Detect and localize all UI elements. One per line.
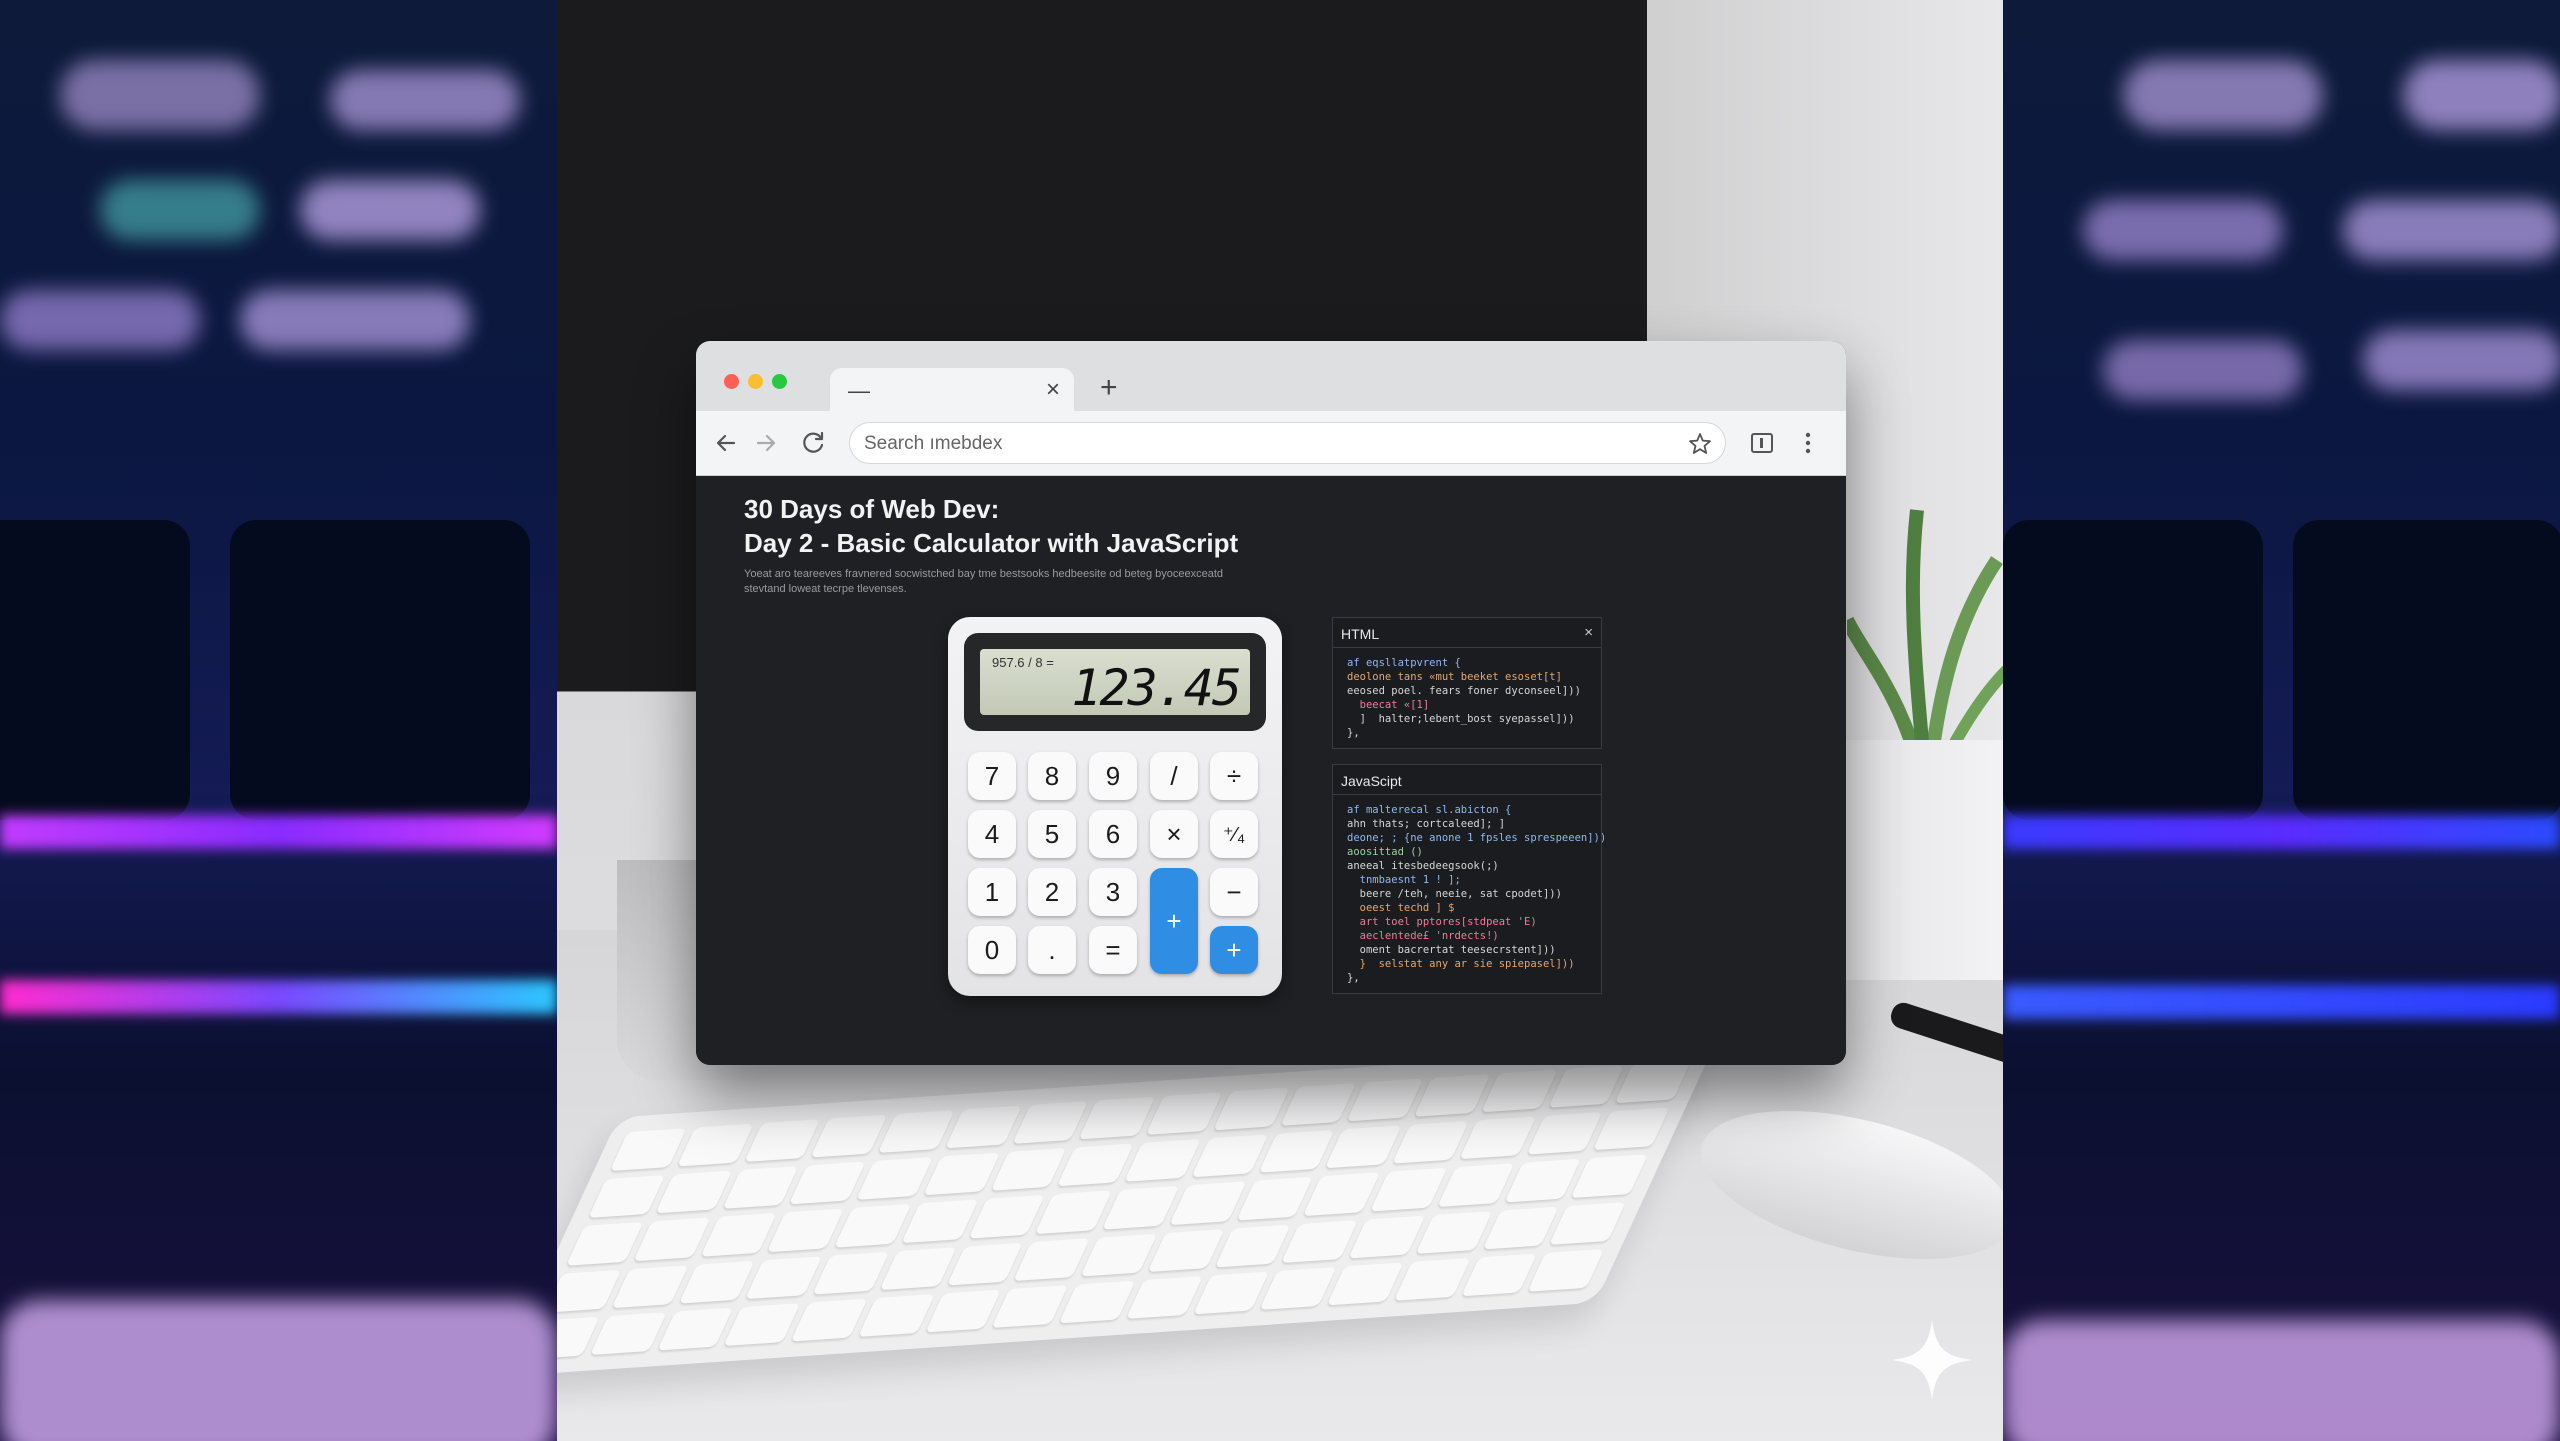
key-2[interactable]: 2: [1028, 868, 1076, 916]
sidebar-icon[interactable]: [1748, 429, 1776, 457]
code-line: deolone tans «mut beeket esoset[t]: [1347, 671, 1562, 683]
key-0[interactable]: 0: [968, 926, 1016, 974]
code-line: ahn thats; cortcaleed]; ]: [1347, 818, 1506, 830]
key-9[interactable]: 9: [1089, 752, 1137, 800]
js-code-panel: JavaScipt af malterecal sl.abicton { ahn …: [1332, 764, 1607, 994]
code-line: oeest techd ] $: [1347, 902, 1455, 914]
sparkle-icon: [1892, 1320, 1972, 1400]
code-line: tnmbaesnt 1 ! ];: [1347, 874, 1461, 886]
code-line: ] halter;lebent_bost syepassel])): [1347, 713, 1575, 725]
page-subtitle: Yoeat aro teareeves fravnered socwistche…: [744, 567, 1304, 597]
subtitle-line2: stevtand loweat tecrpe tlevenses.: [744, 583, 907, 595]
page-title-line2: Day 2 - Basic Calculator with JavaScript: [744, 528, 1239, 558]
key-plus-tall[interactable]: +: [1150, 868, 1198, 974]
key-plus[interactable]: +: [1210, 926, 1258, 974]
html-panel-title: HTML: [1341, 626, 1380, 642]
calculator-expression: 957.6 / 8 =: [992, 655, 1054, 670]
code-line: deone; ; {ne anone 1 fpsles sprespeeen])…: [1347, 832, 1607, 844]
browser-tab[interactable]: — ×: [830, 368, 1074, 411]
key-3[interactable]: 3: [1089, 868, 1137, 916]
code-line: oment bacrertat teesecrstent])): [1347, 944, 1556, 956]
js-panel-header: JavaScipt: [1333, 765, 1601, 795]
key-8[interactable]: 8: [1028, 752, 1076, 800]
code-line: af eqsllatpvrent {: [1347, 657, 1461, 669]
code-line: art toel pptores[stdpeat 'E): [1347, 916, 1537, 928]
code-line: af malterecal sl.abicton {: [1347, 804, 1512, 816]
key-6[interactable]: 6: [1089, 810, 1137, 858]
kebab-menu-icon[interactable]: [1794, 429, 1822, 457]
tab-title: —: [848, 378, 870, 403]
page-content: 30 Days of Web Dev: Day 2 - Basic Calcul…: [696, 476, 1846, 1065]
address-placeholder: Search ımebdex: [864, 433, 1003, 454]
calculator: 957.6 / 8 = 123.45 7 8 9 / ÷ 4 5 6 × ⁺⁄₄…: [948, 617, 1282, 996]
js-panel-title: JavaScipt: [1341, 773, 1402, 789]
reload-icon[interactable]: [800, 429, 828, 457]
key-4[interactable]: 4: [968, 810, 1016, 858]
subtitle-line1: Yoeat aro teareeves fravnered socwistche…: [744, 568, 1224, 580]
code-line: eeosed poel. fears foner dyconseel])): [1347, 685, 1581, 697]
page-title-line1: 30 Days of Web Dev:: [744, 494, 1000, 524]
nav-bar: Search ımebdex: [696, 411, 1846, 476]
key-1[interactable]: 1: [968, 868, 1016, 916]
js-code: af malterecal sl.abicton { ahn thats; cor…: [1333, 795, 1607, 991]
calculator-result: 123.45: [1071, 659, 1242, 717]
key-multiply[interactable]: ×: [1150, 810, 1198, 858]
close-window-button[interactable]: [724, 374, 739, 389]
star-icon[interactable]: [1687, 431, 1713, 457]
tab-close-icon[interactable]: ×: [1046, 376, 1060, 404]
minimize-window-button[interactable]: [748, 374, 763, 389]
key-percent[interactable]: ⁺⁄₄: [1210, 810, 1258, 858]
plant-pot: [1842, 740, 2003, 980]
key-minus[interactable]: −: [1210, 868, 1258, 916]
code-line: } selstat any ar sie spiepasel])): [1347, 958, 1575, 970]
back-arrow-icon[interactable]: [712, 429, 740, 457]
key-5[interactable]: 5: [1028, 810, 1076, 858]
code-line: aneeal itesbedeegsook(;): [1347, 860, 1499, 872]
key-slash[interactable]: /: [1150, 752, 1198, 800]
left-keyboard-backdrop: [0, 0, 557, 1441]
forward-arrow-icon[interactable]: [752, 429, 780, 457]
html-code: af eqsllatpvrent { deolone tans «mut beek…: [1333, 648, 1601, 746]
key-equals[interactable]: =: [1089, 926, 1137, 974]
key-divide[interactable]: ÷: [1210, 752, 1258, 800]
code-line: },: [1347, 972, 1360, 984]
calculator-screen-frame: 957.6 / 8 = 123.45: [964, 633, 1266, 731]
browser-window: — × + Search ımebdex 30 Days of Web Dev:…: [696, 341, 1846, 1065]
new-tab-button[interactable]: +: [1100, 371, 1118, 405]
code-line: },: [1347, 727, 1360, 739]
tab-bar: — × +: [696, 341, 1846, 411]
html-panel-close-icon[interactable]: ×: [1584, 624, 1593, 641]
right-keyboard-backdrop: [2003, 0, 2560, 1441]
html-panel-header: HTML ×: [1333, 618, 1601, 648]
key-7[interactable]: 7: [968, 752, 1016, 800]
address-bar[interactable]: Search ımebdex: [849, 422, 1726, 464]
code-line: aoosittad (): [1347, 846, 1423, 858]
code-line: beere /teh, neeie, sat cpodet])): [1347, 888, 1562, 900]
key-decimal[interactable]: .: [1028, 926, 1076, 974]
code-line: aeclentede£ 'nrdects!): [1347, 930, 1499, 942]
maximize-window-button[interactable]: [772, 374, 787, 389]
html-code-panel: HTML × af eqsllatpvrent { deolone tans «m…: [1332, 617, 1602, 749]
calculator-display: 957.6 / 8 = 123.45: [980, 649, 1250, 717]
code-line: beecat «[1]: [1347, 699, 1430, 711]
